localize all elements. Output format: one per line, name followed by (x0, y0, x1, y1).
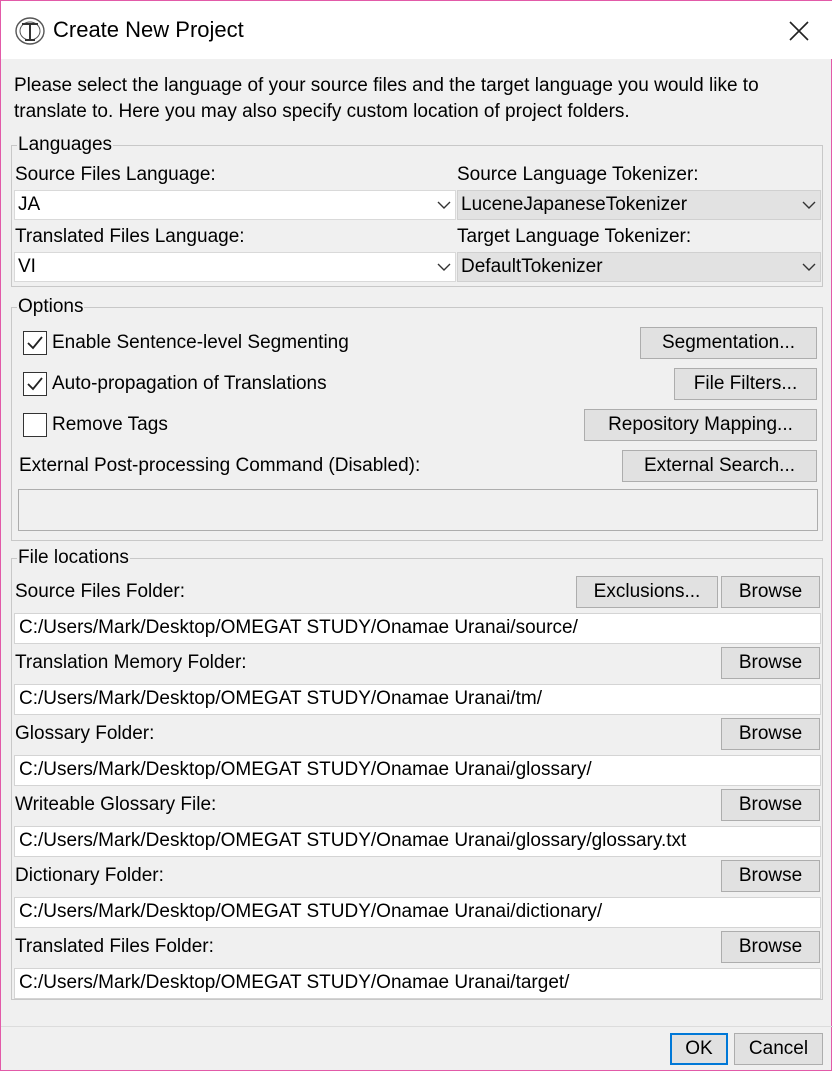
ok-button[interactable]: OK (670, 1033, 728, 1065)
writeable-glossary-label: Writeable Glossary File: (15, 794, 217, 815)
source-tokenizer-label: Source Language Tokenizer: (457, 164, 699, 185)
dictionary-browse-button[interactable]: Browse (721, 860, 820, 892)
tm-folder-label: Translation Memory Folder: (15, 652, 247, 673)
dictionary-folder-label: Dictionary Folder: (15, 865, 164, 886)
checkmark-icon (27, 377, 43, 391)
source-language-value: JA (18, 194, 41, 215)
auto-propagation-checkbox[interactable] (23, 372, 47, 396)
file-locations-legend: File locations (17, 547, 130, 568)
target-language-label: Translated Files Language: (15, 226, 245, 247)
translated-browse-button[interactable]: Browse (721, 931, 820, 963)
chevron-down-icon (802, 201, 816, 209)
target-tokenizer-value: DefaultTokenizer (461, 256, 603, 277)
target-tokenizer-combo[interactable]: DefaultTokenizer (457, 252, 821, 282)
target-language-combo[interactable]: VI (14, 252, 456, 282)
external-command-input[interactable] (18, 489, 818, 531)
omegat-logo-icon (15, 17, 45, 45)
tm-browse-button[interactable]: Browse (721, 647, 820, 679)
source-tokenizer-combo[interactable]: LuceneJapaneseTokenizer (457, 190, 821, 220)
exclusions-button[interactable]: Exclusions... (576, 576, 718, 608)
create-project-dialog: Create New Project Please select the lan… (0, 0, 833, 1071)
tm-folder-input[interactable]: C:/Users/Mark/Desktop/OMEGAT STUDY/Onama… (14, 684, 821, 715)
source-folder-label: Source Files Folder: (15, 581, 186, 602)
target-tokenizer-label: Target Language Tokenizer: (457, 226, 692, 247)
segmentation-button[interactable]: Segmentation... (640, 327, 817, 359)
external-command-label: External Post-processing Command (Disabl… (19, 455, 421, 476)
source-browse-button[interactable]: Browse (721, 576, 820, 608)
source-tokenizer-value: LuceneJapaneseTokenizer (461, 194, 688, 215)
cancel-button[interactable]: Cancel (734, 1033, 823, 1065)
glossary-folder-label: Glossary Folder: (15, 723, 155, 744)
repository-mapping-button[interactable]: Repository Mapping... (584, 409, 817, 441)
writeable-glossary-input[interactable]: C:/Users/Mark/Desktop/OMEGAT STUDY/Onama… (14, 826, 821, 857)
glossary-folder-input[interactable]: C:/Users/Mark/Desktop/OMEGAT STUDY/Onama… (14, 755, 821, 786)
source-folder-input[interactable]: C:/Users/Mark/Desktop/OMEGAT STUDY/Onama… (14, 613, 821, 644)
sentence-seg-label: Enable Sentence-level Segmenting (52, 332, 349, 353)
remove-tags-label: Remove Tags (52, 414, 168, 435)
writeable-glossary-browse-button[interactable]: Browse (721, 789, 820, 821)
source-language-label: Source Files Language: (15, 164, 216, 185)
chevron-down-icon (437, 263, 451, 271)
checkmark-icon (27, 336, 43, 350)
translated-folder-input[interactable]: C:/Users/Mark/Desktop/OMEGAT STUDY/Onama… (14, 968, 821, 999)
chevron-down-icon (437, 201, 451, 209)
languages-legend: Languages (17, 134, 114, 155)
title-bar: Create New Project (1, 1, 833, 59)
source-language-combo[interactable]: JA (14, 190, 456, 220)
glossary-browse-button[interactable]: Browse (721, 718, 820, 750)
intro-text: Please select the language of your sourc… (14, 75, 759, 122)
window-title: Create New Project (53, 17, 244, 42)
target-language-value: VI (18, 256, 36, 277)
auto-propagation-label: Auto-propagation of Translations (52, 373, 327, 394)
sentence-seg-checkbox[interactable] (23, 331, 47, 355)
footer-separator (1, 1026, 833, 1027)
options-legend: Options (17, 296, 85, 317)
external-search-button[interactable]: External Search... (622, 450, 817, 482)
dictionary-folder-input[interactable]: C:/Users/Mark/Desktop/OMEGAT STUDY/Onama… (14, 897, 821, 928)
remove-tags-checkbox[interactable] (23, 413, 47, 437)
file-filters-button[interactable]: File Filters... (674, 368, 817, 400)
chevron-down-icon (802, 263, 816, 271)
translated-folder-label: Translated Files Folder: (15, 936, 214, 957)
close-icon[interactable] (777, 11, 821, 51)
